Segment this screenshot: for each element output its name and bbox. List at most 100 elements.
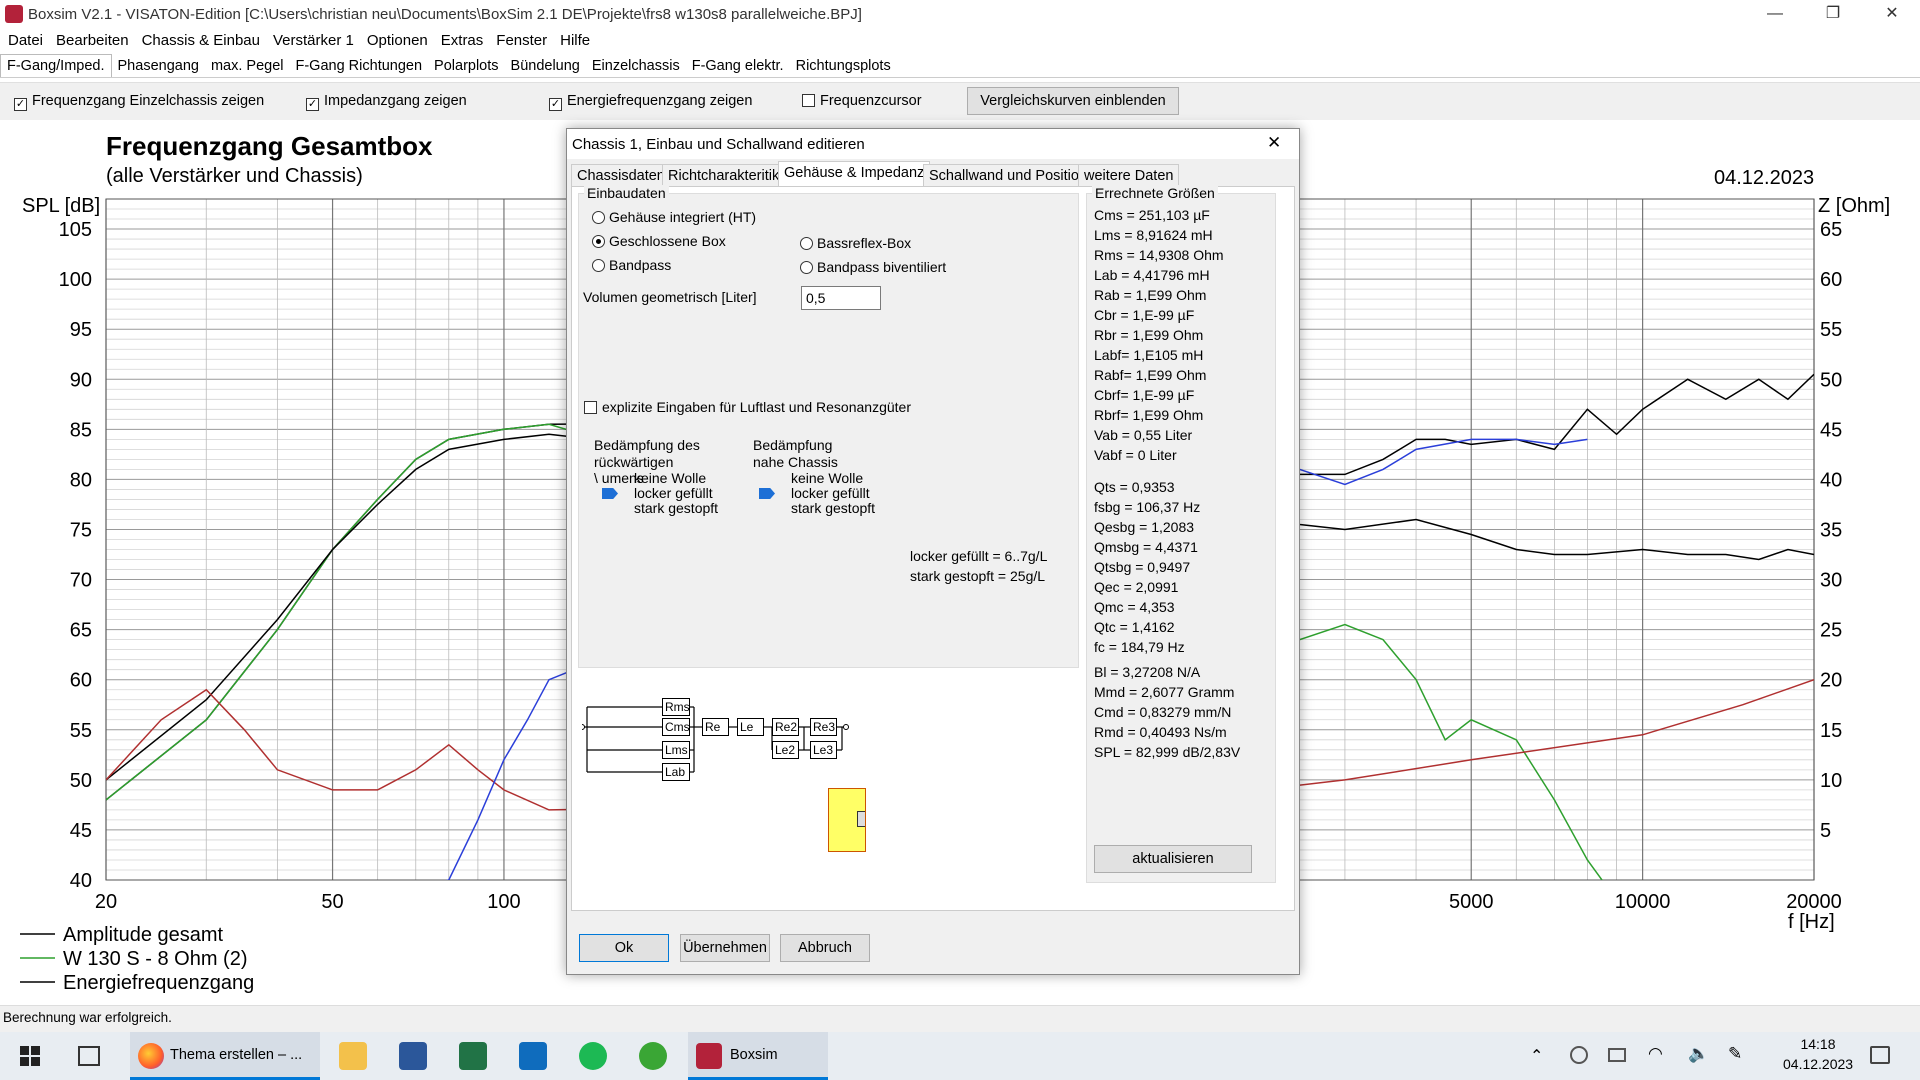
- tray-battery-icon[interactable]: [1608, 1048, 1626, 1062]
- compare-curves-button[interactable]: Vergleichskurven einblenden: [967, 87, 1179, 115]
- radio-bandpass[interactable]: Bandpass: [592, 257, 671, 273]
- menu-fenster[interactable]: Fenster: [488, 30, 552, 49]
- radio-off-icon: [592, 211, 605, 224]
- maximize-button[interactable]: ❐: [1803, 0, 1863, 30]
- result-item: Qtc = 1,4162: [1094, 619, 1175, 635]
- radio-integrated[interactable]: Gehäuse integriert (HT): [592, 209, 756, 225]
- firefox-task-button[interactable]: Thema erstellen – ...: [130, 1032, 320, 1080]
- x-tick-label: 20000: [1786, 891, 1842, 913]
- volume-label: Volumen geometrisch [Liter]: [583, 289, 757, 305]
- checkbox-unchecked-icon: [584, 401, 597, 414]
- chart-title: Frequenzgang Gesamtbox: [106, 131, 433, 161]
- damping-near-none[interactable]: keine Wolle: [791, 471, 875, 486]
- radio-off-icon: [800, 237, 813, 250]
- outlook-icon[interactable]: [519, 1042, 547, 1070]
- result-item: Qmc = 4,353: [1094, 599, 1175, 615]
- title-bar: Boxsim V2.1 - VISATON-Edition [C:\Users\…: [0, 0, 1920, 30]
- x-axis-label: f [Hz]: [1788, 911, 1835, 933]
- radio-bandpass-bivent[interactable]: Bandpass biventiliert: [800, 259, 946, 275]
- radio-bandpass-bivent-label: Bandpass biventiliert: [817, 259, 947, 275]
- menu-optionen[interactable]: Optionen: [359, 30, 433, 49]
- tab-chassisdaten[interactable]: Chassisdaten: [571, 164, 671, 186]
- y-tick-label: 55: [70, 720, 92, 742]
- notification-icon[interactable]: [1870, 1046, 1890, 1064]
- damping-rear-loose[interactable]: locker gefüllt: [634, 486, 718, 501]
- chart-subtitle: (alle Verstärker und Chassis): [106, 165, 363, 187]
- task-view-icon[interactable]: [78, 1046, 100, 1066]
- dialog-title: Chassis 1, Einbau und Schallwand editier…: [567, 129, 1299, 159]
- tray-clock[interactable]: 14:18 04.12.2023: [1783, 1036, 1853, 1072]
- update-button[interactable]: aktualisieren: [1094, 845, 1252, 873]
- show-impedance-checkbox[interactable]: ✓ Impedanzgang zeigen: [306, 93, 467, 111]
- y2-tick-label: 40: [1820, 469, 1842, 491]
- apply-button[interactable]: Übernehmen: [680, 934, 770, 962]
- ok-button[interactable]: Ok: [579, 934, 669, 962]
- tab-buendelung[interactable]: Bündelung: [505, 55, 586, 77]
- density-note-stuffed: stark gestopft = 25g/L: [910, 568, 1046, 584]
- tray-pen-icon[interactable]: ✎: [1728, 1044, 1742, 1064]
- excel-icon[interactable]: [459, 1042, 487, 1070]
- damping-near-title: Bedämpfung nahe Chassis: [753, 437, 838, 470]
- tab-einzelchassis[interactable]: Einzelchassis: [586, 55, 686, 77]
- taskbar: Thema erstellen – ... Boxsim ⌃ ◠ 🔈 ✎ 14:…: [0, 1032, 1920, 1080]
- tab-max-pegel[interactable]: max. Pegel: [205, 55, 290, 77]
- radio-bassreflex[interactable]: Bassreflex-Box: [800, 235, 911, 251]
- menu-extras[interactable]: Extras: [433, 30, 489, 49]
- damping-near-options[interactable]: keine Wolle locker gefüllt stark gestopf…: [791, 471, 875, 516]
- menu-hilfe[interactable]: Hilfe: [552, 30, 595, 49]
- tab-polarplots[interactable]: Polarplots: [428, 55, 504, 77]
- sync-icon[interactable]: [639, 1042, 667, 1070]
- tab-weitere-daten[interactable]: weitere Daten: [1078, 164, 1180, 186]
- damping-rear-none[interactable]: keine Wolle: [634, 471, 718, 486]
- tab-fgang-imped[interactable]: F-Gang/Imped.: [0, 54, 112, 77]
- frequency-cursor-checkbox[interactable]: Frequenzcursor: [802, 93, 922, 109]
- file-explorer-icon[interactable]: [339, 1042, 367, 1070]
- result-item: Qtsbg = 0,9497: [1094, 559, 1191, 575]
- y-tick-label: 50: [70, 770, 92, 792]
- tab-schallwand-position[interactable]: Schallwand und Position: [923, 164, 1093, 186]
- menu-datei[interactable]: Datei: [0, 30, 48, 49]
- damping-near-stuffed[interactable]: stark gestopft: [791, 501, 875, 516]
- cancel-button[interactable]: Abbruch: [780, 934, 870, 962]
- close-button[interactable]: ✕: [1862, 0, 1920, 30]
- status-bar: Berechnung war erfolgreich.: [0, 1005, 1920, 1032]
- volume-input[interactable]: [801, 286, 881, 310]
- spotify-icon[interactable]: [579, 1042, 607, 1070]
- menu-chassis-einbau[interactable]: Chassis & Einbau: [134, 30, 265, 49]
- damping-rear-stuffed[interactable]: stark gestopft: [634, 501, 718, 516]
- explicit-input-checkbox[interactable]: explizite Eingaben für Luftlast und Reso…: [584, 399, 911, 415]
- menu-verstaerker[interactable]: Verstärker 1: [265, 30, 359, 49]
- result-item: fsbg = 106,37 Hz: [1094, 499, 1201, 515]
- menu-bar: Datei Bearbeiten Chassis & Einbau Verstärke…: [0, 30, 1920, 52]
- minimize-button[interactable]: —: [1745, 0, 1805, 30]
- tray-chevron-up-icon[interactable]: ⌃: [1530, 1046, 1543, 1066]
- x-tick-label: 50: [321, 891, 343, 913]
- tab-gehaeuse-impedanz[interactable]: Gehäuse & Impedanz: [778, 161, 931, 187]
- speaker-icon: [857, 811, 865, 827]
- damping-near-loose[interactable]: locker gefüllt: [791, 486, 875, 501]
- result-item: Bl = 3,27208 N/A: [1094, 664, 1201, 680]
- tray-volume-icon[interactable]: 🔈: [1688, 1044, 1709, 1064]
- result-item: Qesbg = 1,2083: [1094, 519, 1195, 535]
- y2-tick-label: 5: [1820, 820, 1831, 842]
- show-energy-checkbox[interactable]: ✓ Energiefrequenzgang zeigen: [549, 93, 752, 111]
- damping-rear-options[interactable]: keine Wolle locker gefüllt stark gestopf…: [634, 471, 718, 516]
- show-single-checkbox[interactable]: ✓ Frequenzgang Einzelchassis zeigen: [14, 93, 264, 111]
- tab-phasengang[interactable]: Phasengang: [112, 55, 205, 77]
- tab-richtcharakteritik[interactable]: Richtcharakteritik: [662, 164, 786, 186]
- result-item: Rms = 14,9308 Ohm: [1094, 247, 1224, 263]
- tab-fgang-richtungen[interactable]: F-Gang Richtungen: [290, 55, 429, 77]
- tray-wifi-icon[interactable]: ◠: [1648, 1044, 1663, 1064]
- tab-fgang-elektr[interactable]: F-Gang elektr.: [686, 55, 790, 77]
- start-windows-icon[interactable]: [20, 1046, 40, 1066]
- checkbox-unchecked-icon: [802, 94, 815, 107]
- word-icon[interactable]: [399, 1042, 427, 1070]
- chassis-edit-dialog: Chassis 1, Einbau und Schallwand editier…: [566, 128, 1300, 975]
- menu-bearbeiten[interactable]: Bearbeiten: [48, 30, 134, 49]
- boxsim-task-button[interactable]: Boxsim: [688, 1032, 828, 1080]
- dialog-close-icon[interactable]: ✕: [1267, 133, 1281, 153]
- tab-richtungsplots[interactable]: Richtungsplots: [790, 55, 897, 77]
- tray-sync-icon[interactable]: [1570, 1046, 1588, 1064]
- clock-date: 04.12.2023: [1783, 1056, 1854, 1072]
- radio-closed[interactable]: Geschlossene Box: [592, 233, 726, 249]
